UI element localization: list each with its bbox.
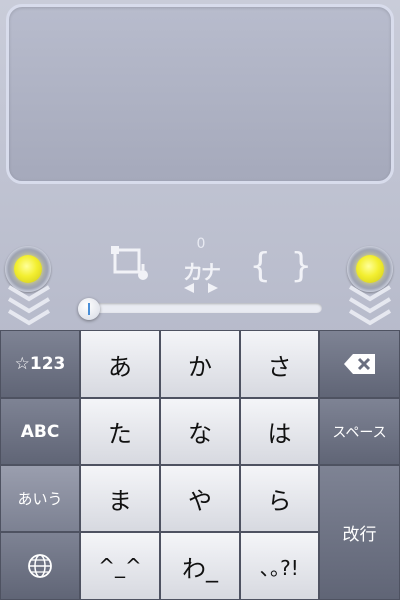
key-globe[interactable] (0, 532, 80, 600)
key-emoticon[interactable]: ^_^ (80, 532, 160, 600)
key-space[interactable]: スペース (319, 398, 400, 465)
right-lamp-icon (356, 255, 384, 283)
slider-track[interactable] (78, 303, 322, 313)
key-ma[interactable]: ま (80, 465, 160, 532)
key-ra[interactable]: ら (240, 465, 319, 532)
key-abc[interactable]: ABC (0, 398, 80, 465)
key-wa[interactable]: わ_ (160, 532, 240, 600)
key-punctuation[interactable]: ､｡?! (240, 532, 319, 600)
key-backspace[interactable] (319, 330, 400, 398)
slider-thumb[interactable] (78, 298, 100, 320)
count-badge: 0 (196, 236, 206, 252)
right-chevron-down-icon[interactable] (346, 283, 394, 327)
keyboard: ☆123 ABC あいう あ か さ た な は ま や ら ^_^ わ_ ､｡… (0, 330, 400, 600)
left-chevron-down-icon[interactable] (5, 283, 53, 327)
key-ta[interactable]: た (80, 398, 160, 465)
key-ya[interactable]: や (160, 465, 240, 532)
key-symbols-123[interactable]: ☆123 (0, 330, 80, 398)
left-lamp-icon (14, 255, 42, 283)
key-na[interactable]: な (160, 398, 240, 465)
key-hiragana[interactable]: あいう (0, 465, 80, 532)
key-ha[interactable]: は (240, 398, 319, 465)
cursor-move-icon (184, 283, 218, 293)
backspace-icon (343, 354, 375, 374)
key-return[interactable]: 改行 (319, 465, 400, 600)
select-range-icon[interactable] (108, 244, 152, 286)
kana-toggle-button[interactable]: カナ (183, 256, 221, 285)
key-a[interactable]: あ (80, 330, 160, 398)
text-area[interactable] (6, 4, 394, 184)
braces-button[interactable]: { } (250, 246, 311, 286)
key-ka[interactable]: か (160, 330, 240, 398)
key-sa[interactable]: さ (240, 330, 319, 398)
globe-icon (28, 554, 52, 578)
